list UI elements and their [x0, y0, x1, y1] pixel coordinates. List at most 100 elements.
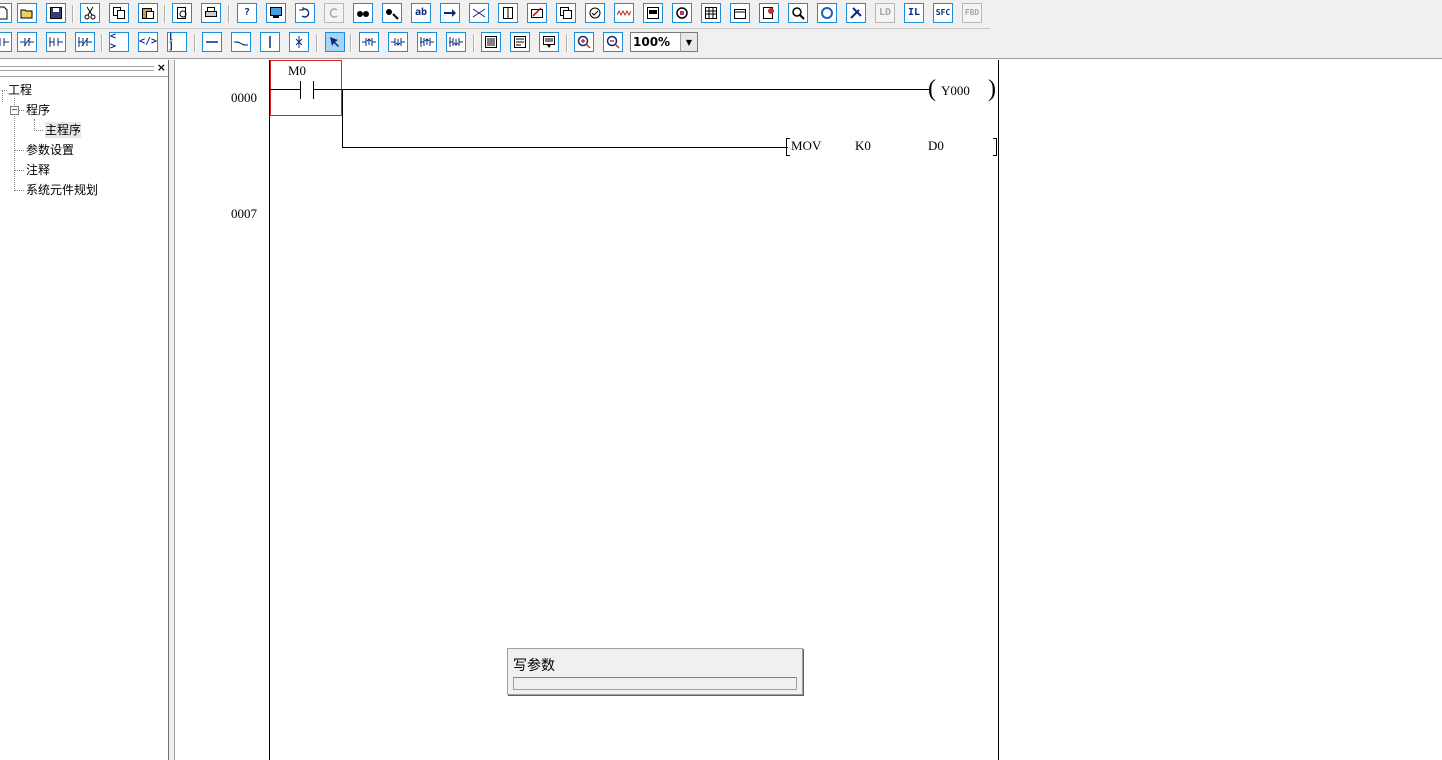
rung-wire: [314, 89, 930, 90]
write-plc-icon[interactable]: [527, 3, 547, 23]
refresh-icon[interactable]: [817, 3, 837, 23]
diagnose-icon[interactable]: [759, 3, 779, 23]
step-number: 0007: [231, 206, 257, 221]
dialog-title: 写参数: [513, 658, 555, 674]
copy-icon[interactable]: [109, 3, 129, 23]
find-replace-icon[interactable]: [382, 3, 402, 23]
il-mode-button[interactable]: IL: [904, 3, 924, 23]
contact-device-label: M0: [288, 63, 307, 78]
book-icon[interactable]: [498, 3, 518, 23]
delete-line-icon[interactable]: [289, 32, 309, 52]
contact-symbol[interactable]: [313, 81, 314, 99]
tree-item-program[interactable]: 程序: [26, 102, 50, 118]
ladder-toolbar: < > </> [ ] 100% ▼: [0, 29, 700, 57]
tree-connector: [14, 170, 24, 171]
print-preview-icon[interactable]: [172, 3, 192, 23]
no-contact-icon[interactable]: [0, 32, 12, 52]
toolbar-separator: [473, 34, 475, 52]
panel-grip[interactable]: [0, 66, 154, 71]
toolbar-separator: [72, 5, 74, 23]
print-icon[interactable]: [201, 3, 221, 23]
device-monitor-icon[interactable]: [672, 3, 692, 23]
verify-icon[interactable]: [585, 3, 605, 23]
jump-arrow-icon[interactable]: [440, 3, 460, 23]
toolbar-separator: [316, 34, 318, 52]
horizontal-line-icon[interactable]: [202, 32, 222, 52]
statement-display-icon[interactable]: [510, 32, 530, 52]
nc-coil-icon[interactable]: </>: [138, 32, 158, 52]
coil-open-paren: (: [928, 76, 936, 102]
falling-edge-icon[interactable]: [388, 32, 408, 52]
ld-mode-button[interactable]: LD: [875, 3, 895, 23]
note-display-icon[interactable]: [539, 32, 559, 52]
coil-close-paren: ): [988, 76, 996, 102]
toolbar-area: ? ab LD IL SFC FBD < > </> [ ] 100% ▼: [0, 0, 1442, 59]
undo-icon[interactable]: [295, 3, 315, 23]
comment-display-icon[interactable]: [481, 32, 501, 52]
tree-item-device-plan[interactable]: 系统元件规划: [26, 182, 98, 198]
right-power-rail: [998, 60, 999, 760]
cut-icon[interactable]: [80, 3, 100, 23]
zoom-out-icon[interactable]: [603, 32, 623, 52]
coil-icon[interactable]: < >: [109, 32, 129, 52]
paste-icon[interactable]: [138, 3, 158, 23]
standard-toolbar: ? ab LD IL SFC FBD: [0, 0, 990, 29]
redo-icon[interactable]: [324, 3, 344, 23]
table-icon[interactable]: [701, 3, 721, 23]
instruction-source[interactable]: K0: [855, 138, 871, 154]
abc-sort-icon[interactable]: ab: [411, 3, 431, 23]
tools-icon[interactable]: [846, 3, 866, 23]
parallel-falling-icon[interactable]: [446, 32, 466, 52]
tree-item-main-program[interactable]: 主程序: [45, 122, 82, 138]
tree-item-project[interactable]: 工程: [8, 82, 32, 98]
open-folder-icon[interactable]: [17, 3, 37, 23]
write-parameters-dialog: 写参数: [507, 648, 803, 695]
progress-bar: [513, 677, 797, 690]
tree-collapse-icon[interactable]: −: [10, 106, 19, 115]
sfc-mode-button[interactable]: SFC: [933, 3, 953, 23]
fbd-mode-button[interactable]: FBD: [962, 3, 982, 23]
toolbar-separator: [350, 34, 352, 52]
toolbar-separator: [101, 34, 103, 52]
rising-edge-icon[interactable]: [359, 32, 379, 52]
application-instruction-icon[interactable]: [ ]: [167, 32, 187, 52]
instruction-op[interactable]: MOV: [791, 138, 821, 154]
transfer-icon[interactable]: [469, 3, 489, 23]
diagonal-line-icon[interactable]: [231, 32, 251, 52]
left-power-rail: [269, 60, 270, 760]
toolbar-separator: [228, 5, 230, 23]
zoom-search-icon[interactable]: [788, 3, 808, 23]
contact-symbol[interactable]: [300, 81, 301, 99]
parallel-rising-icon[interactable]: [417, 32, 437, 52]
tree-connector: [14, 190, 24, 191]
tree-connector: [14, 150, 24, 151]
save-icon[interactable]: [46, 3, 66, 23]
close-icon[interactable]: ×: [157, 61, 166, 74]
calendar-icon[interactable]: [730, 3, 750, 23]
tree-item-parameters[interactable]: 参数设置: [26, 142, 74, 158]
help-icon[interactable]: ?: [237, 3, 257, 23]
parallel-no-icon[interactable]: [46, 32, 66, 52]
zoom-select[interactable]: 100% ▼: [630, 32, 698, 52]
toolbar-separator: [194, 34, 196, 52]
read-plc-icon[interactable]: [556, 3, 576, 23]
select-cursor-icon[interactable]: [325, 32, 345, 52]
chevron-down-icon[interactable]: ▼: [680, 33, 697, 51]
instruction-destination[interactable]: D0: [928, 138, 944, 154]
nc-contact-icon[interactable]: [17, 32, 37, 52]
waveform-icon[interactable]: [614, 3, 634, 23]
monitor-window-icon[interactable]: [643, 3, 663, 23]
find-icon[interactable]: [353, 3, 373, 23]
vertical-line-icon[interactable]: [260, 32, 280, 52]
project-tree-panel: × 工程 − 程序 主程序 参数设置 注释 系统元件规划: [0, 60, 169, 760]
pc-monitor-icon[interactable]: [266, 3, 286, 23]
tree-connector: [2, 90, 7, 91]
rung-wire: [342, 147, 788, 148]
coil-device-label[interactable]: Y000: [941, 83, 970, 99]
ladder-editor[interactable]: 0000 0007 M0 ( Y000 ) MOV K0 D0: [175, 60, 1442, 760]
parallel-nc-icon[interactable]: [75, 32, 95, 52]
tree-item-comments[interactable]: 注释: [26, 162, 50, 178]
new-file-icon[interactable]: [0, 3, 12, 23]
zoom-in-icon[interactable]: [574, 32, 594, 52]
rung-wire: [270, 89, 300, 90]
